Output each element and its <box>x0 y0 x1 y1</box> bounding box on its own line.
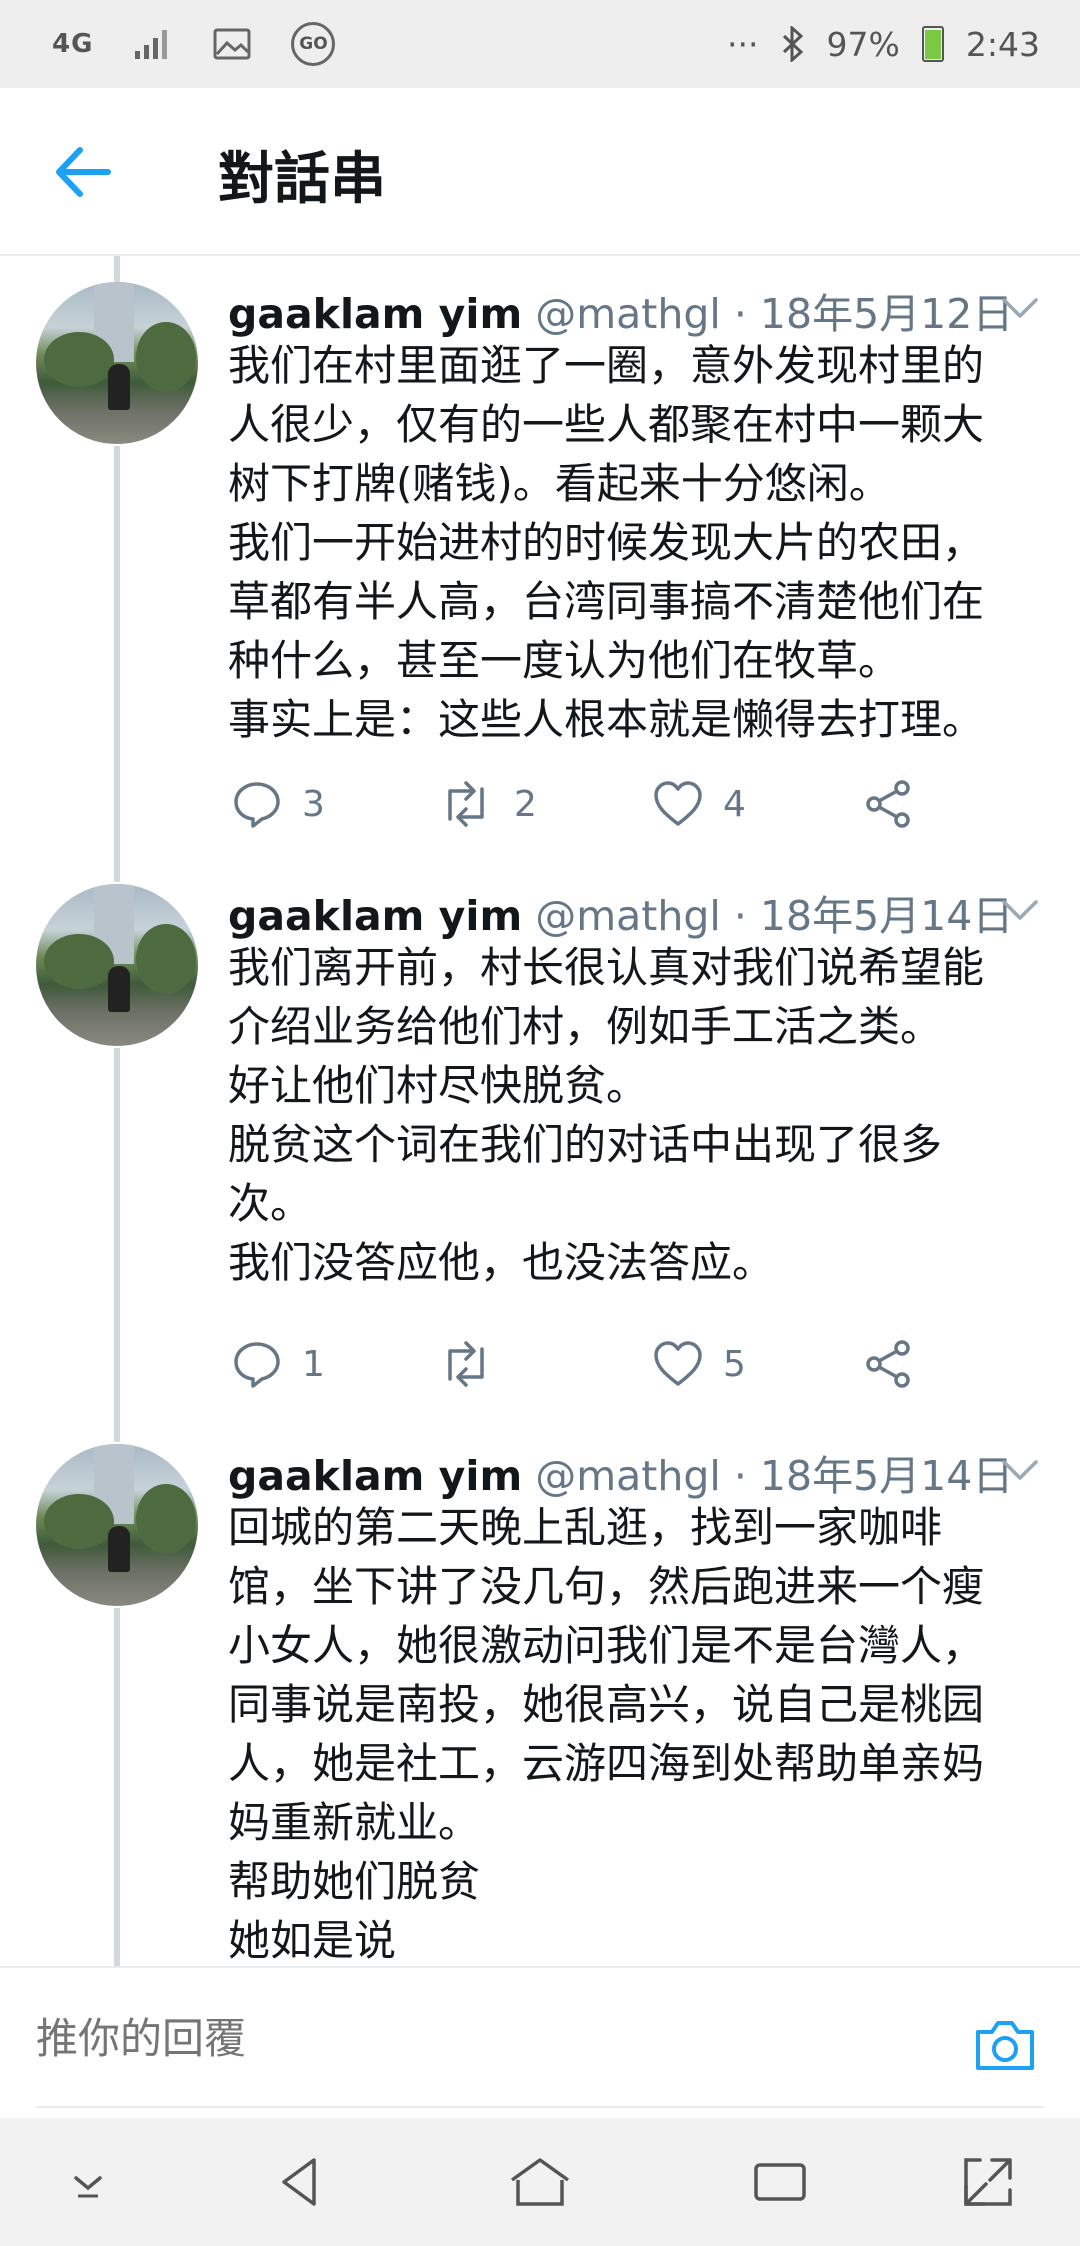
battery-icon <box>921 26 944 62</box>
tweet-text: 我们在村里面逛了一圈，意外发现村里的 人很少，仅有的一些人都聚在村中一颗大 树下… <box>228 336 1048 749</box>
tweet-text-line: 我们没答应他，也没法答应。 <box>228 1238 775 1287</box>
tweet-text-line: 我们一开始进村的时候发现大片的农田， <box>228 518 985 567</box>
tweet-text: 我们离开前，村长很认真对我们说希望能 介绍业务给他们村，例如手工活之类。 好让他… <box>228 938 1048 1292</box>
more-dots: ··· <box>727 24 759 64</box>
app-header: 對話串 <box>0 88 1080 256</box>
tweet-text-line: 好让他们村尽快脱贫。 <box>228 1061 649 1110</box>
recents-icon <box>754 2163 806 2201</box>
status-bar: 4G GO ··· 97% 2:43 <box>0 0 1080 88</box>
nav-expand-button[interactable] <box>956 2150 1020 2214</box>
clock: 2:43 <box>965 24 1040 64</box>
system-nav-bar <box>0 2118 1080 2246</box>
thread-connector <box>114 1048 120 1376</box>
tweet-text-line: 草都有半人高，台湾同事搞不清楚他们在 <box>228 577 985 626</box>
signal-icon <box>135 30 168 59</box>
avatar[interactable] <box>36 1444 198 1606</box>
tweet-text-line: 我们在村里面逛了一圈，意外发现村里的 <box>228 341 985 390</box>
thread-connector <box>114 446 120 816</box>
chevron-down-icon[interactable] <box>1000 288 1040 328</box>
tweet-text-line: 回城的第二天晚上乱逛，找到一家咖啡 <box>228 1503 943 1552</box>
avatar[interactable] <box>36 884 198 1046</box>
user-handle[interactable]: @mathgl <box>535 1452 721 1500</box>
tweet-text-line: 同事说是南投，她很高兴，说自己是桃园 <box>228 1680 985 1729</box>
tweet-date[interactable]: 18年5月14日 <box>760 892 1013 940</box>
tweet-text-line: 馆，坐下讲了没几句，然后跑进来一个瘦 <box>228 1562 985 1611</box>
nav-back-button[interactable] <box>268 2150 332 2214</box>
tweet-item[interactable]: gaaklam yim @mathgl · 18年5月12日 我们在村里面逛了一… <box>0 256 1080 828</box>
nav-recents-button[interactable] <box>748 2150 812 2214</box>
tweet-text-line: 我们离开前，村长很认真对我们说希望能 <box>228 943 985 992</box>
chevron-down-icon[interactable] <box>1000 890 1040 930</box>
thread-connector <box>114 1608 120 1966</box>
tweet-date[interactable]: 18年5月14日 <box>760 1452 1013 1500</box>
home-icon <box>510 2158 570 2206</box>
tweet-header: gaaklam yim @mathgl · 18年5月14日 <box>228 1442 1013 1502</box>
tweet-text-line: 她如是说 <box>228 1916 397 1965</box>
tweet-text-line: 人很少，仅有的一些人都聚在村中一颗大 <box>228 400 985 449</box>
thread-connector <box>114 816 120 882</box>
camera-icon[interactable] <box>972 2012 1038 2078</box>
chevron-down-small-icon <box>74 2176 102 2198</box>
go-badge-icon: GO <box>291 22 336 66</box>
tweet-thread[interactable]: gaaklam yim @mathgl · 18年5月12日 我们在村里面逛了一… <box>0 256 1080 1966</box>
back-arrow-icon[interactable] <box>52 140 116 204</box>
page-title: 對話串 <box>218 147 386 212</box>
display-name[interactable]: gaaklam yim <box>228 1452 522 1500</box>
tweet-text-line: 人，她是社工，云游四海到处帮助单亲妈 <box>228 1739 985 1788</box>
nav-home-button[interactable] <box>508 2150 572 2214</box>
back-triangle-icon <box>282 2158 316 2206</box>
tweet-item[interactable]: gaaklam yim @mathgl · 18年5月14日 回城的第二天晚上乱… <box>0 1376 1080 1966</box>
tweet-text-line: 脱贫这个词在我们的对话中出现了很多 <box>228 1120 943 1169</box>
reply-bar <box>0 1966 1080 2120</box>
tweet-text-line: 小女人，她很激动问我们是不是台灣人， <box>228 1621 985 1670</box>
tweet-date[interactable]: 18年5月12日 <box>760 290 1013 338</box>
tweet-text-line: 种什么，甚至一度认为他们在牧草。 <box>228 636 901 685</box>
user-handle[interactable]: @mathgl <box>535 290 721 338</box>
input-underline <box>36 2106 1044 2108</box>
network-type: 4G <box>52 29 94 59</box>
tweet-text-line: 事实上是：这些人根本就是懒得去打理。 <box>228 695 985 744</box>
tweet-text-line: 介绍业务给他们村，例如手工活之类。 <box>228 1002 943 1051</box>
display-name[interactable]: gaaklam yim <box>228 290 522 338</box>
thread-connector <box>114 1376 120 1442</box>
tweet-header: gaaklam yim @mathgl · 18年5月14日 <box>228 882 1013 942</box>
avatar[interactable] <box>36 282 198 444</box>
tweet-text-line: 帮助她们脱贫 <box>228 1857 481 1906</box>
reply-input[interactable] <box>36 2014 836 2063</box>
image-icon <box>213 28 251 60</box>
tweet-text: 回城的第二天晚上乱逛，找到一家咖啡 馆，坐下讲了没几句，然后跑进来一个瘦 小女人… <box>228 1498 1048 1966</box>
tweet-text-line: 妈重新就业。 <box>228 1798 481 1847</box>
separator-dot: · <box>733 290 747 338</box>
display-name[interactable]: gaaklam yim <box>228 892 522 940</box>
nav-hide-button[interactable] <box>56 2150 120 2214</box>
separator-dot: · <box>733 892 747 940</box>
bluetooth-icon <box>782 26 803 62</box>
tweet-text-line: 树下打牌(赌钱)。看起来十分悠闲。 <box>228 459 891 508</box>
chevron-down-icon[interactable] <box>1000 1450 1040 1490</box>
tweet-header: gaaklam yim @mathgl · 18年5月12日 <box>228 280 1013 340</box>
expand-icon <box>964 2158 1012 2206</box>
tweet-text-line: 次。 <box>228 1179 313 1228</box>
tweet-item[interactable]: gaaklam yim @mathgl · 18年5月14日 我们离开前，村长很… <box>0 816 1080 1388</box>
user-handle[interactable]: @mathgl <box>535 892 721 940</box>
separator-dot: · <box>733 1452 747 1500</box>
battery-percent: 97% <box>826 24 900 64</box>
